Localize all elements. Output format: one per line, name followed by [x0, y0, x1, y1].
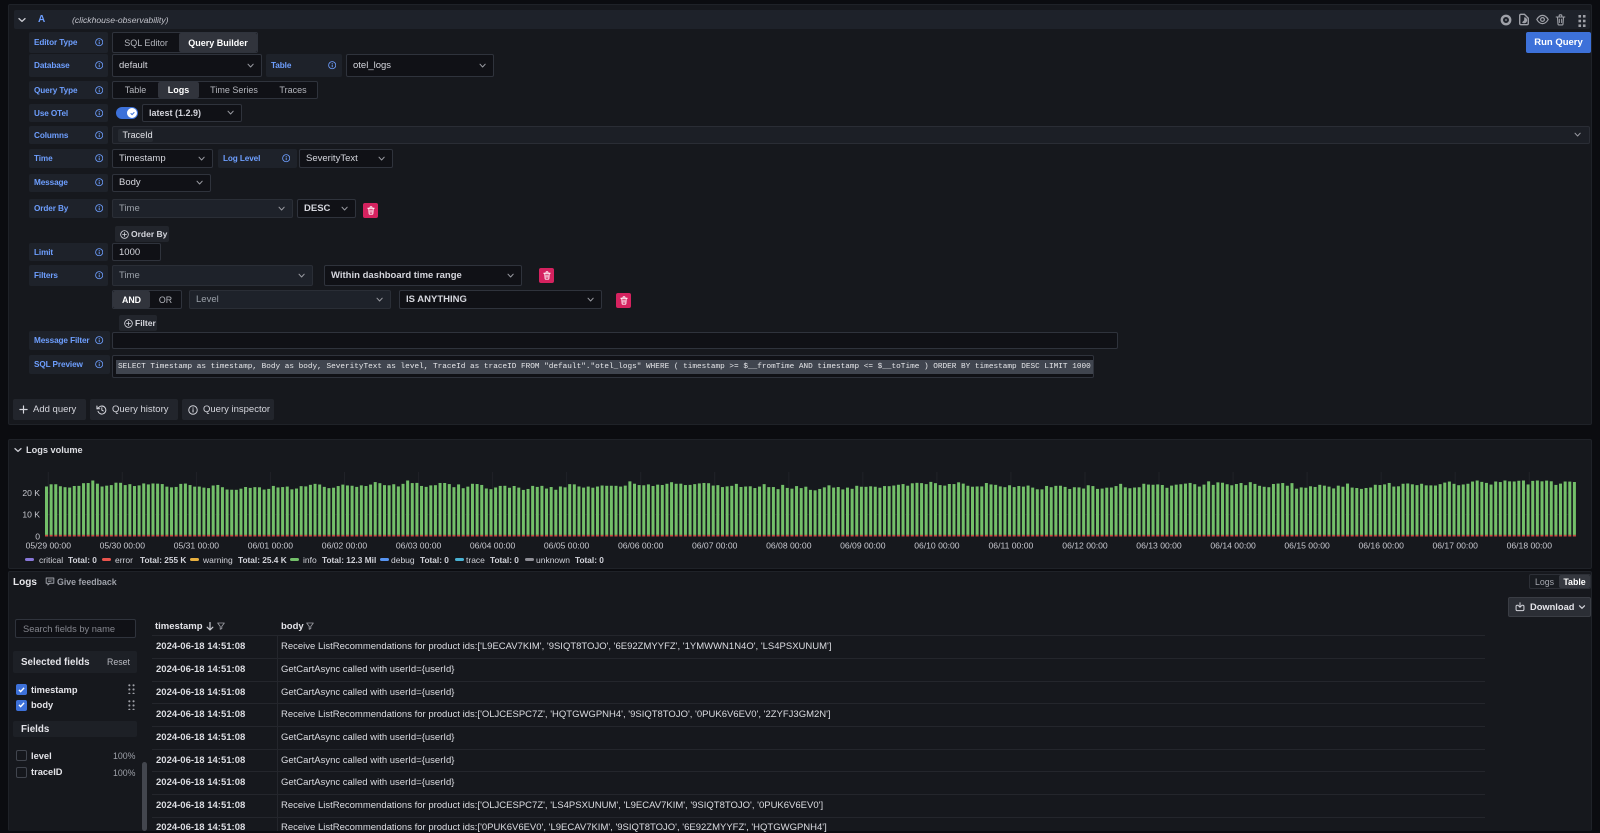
- svg-text:05/31 00:00: 05/31 00:00: [174, 541, 220, 551]
- svg-text:06/02 00:00: 06/02 00:00: [322, 541, 368, 551]
- svg-text:06/11 00:00: 06/11 00:00: [989, 541, 1034, 551]
- svg-text:06/07 00:00: 06/07 00:00: [692, 541, 738, 551]
- svg-text:06/01 00:00: 06/01 00:00: [248, 541, 294, 551]
- svg-text:06/08 00:00: 06/08 00:00: [766, 541, 812, 551]
- svg-text:06/16 00:00: 06/16 00:00: [1358, 541, 1404, 551]
- svg-text:06/13 00:00: 06/13 00:00: [1136, 541, 1182, 551]
- svg-text:06/15 00:00: 06/15 00:00: [1284, 541, 1330, 551]
- svg-text:06/09 00:00: 06/09 00:00: [840, 541, 886, 551]
- svg-text:06/18 00:00: 06/18 00:00: [1507, 541, 1553, 551]
- svg-text:06/04 00:00: 06/04 00:00: [470, 541, 516, 551]
- svg-text:05/30 00:00: 05/30 00:00: [100, 541, 146, 551]
- svg-text:10 K: 10 K: [22, 510, 40, 520]
- svg-text:06/10 00:00: 06/10 00:00: [914, 541, 960, 551]
- svg-text:06/14 00:00: 06/14 00:00: [1210, 541, 1256, 551]
- svg-text:06/12 00:00: 06/12 00:00: [1062, 541, 1108, 551]
- svg-text:05/29 00:00: 05/29 00:00: [26, 541, 72, 551]
- svg-text:06/06 00:00: 06/06 00:00: [618, 541, 664, 551]
- svg-text:06/05 00:00: 06/05 00:00: [544, 541, 590, 551]
- svg-text:06/17 00:00: 06/17 00:00: [1432, 541, 1478, 551]
- svg-text:06/03 00:00: 06/03 00:00: [396, 541, 442, 551]
- svg-text:20 K: 20 K: [22, 488, 40, 498]
